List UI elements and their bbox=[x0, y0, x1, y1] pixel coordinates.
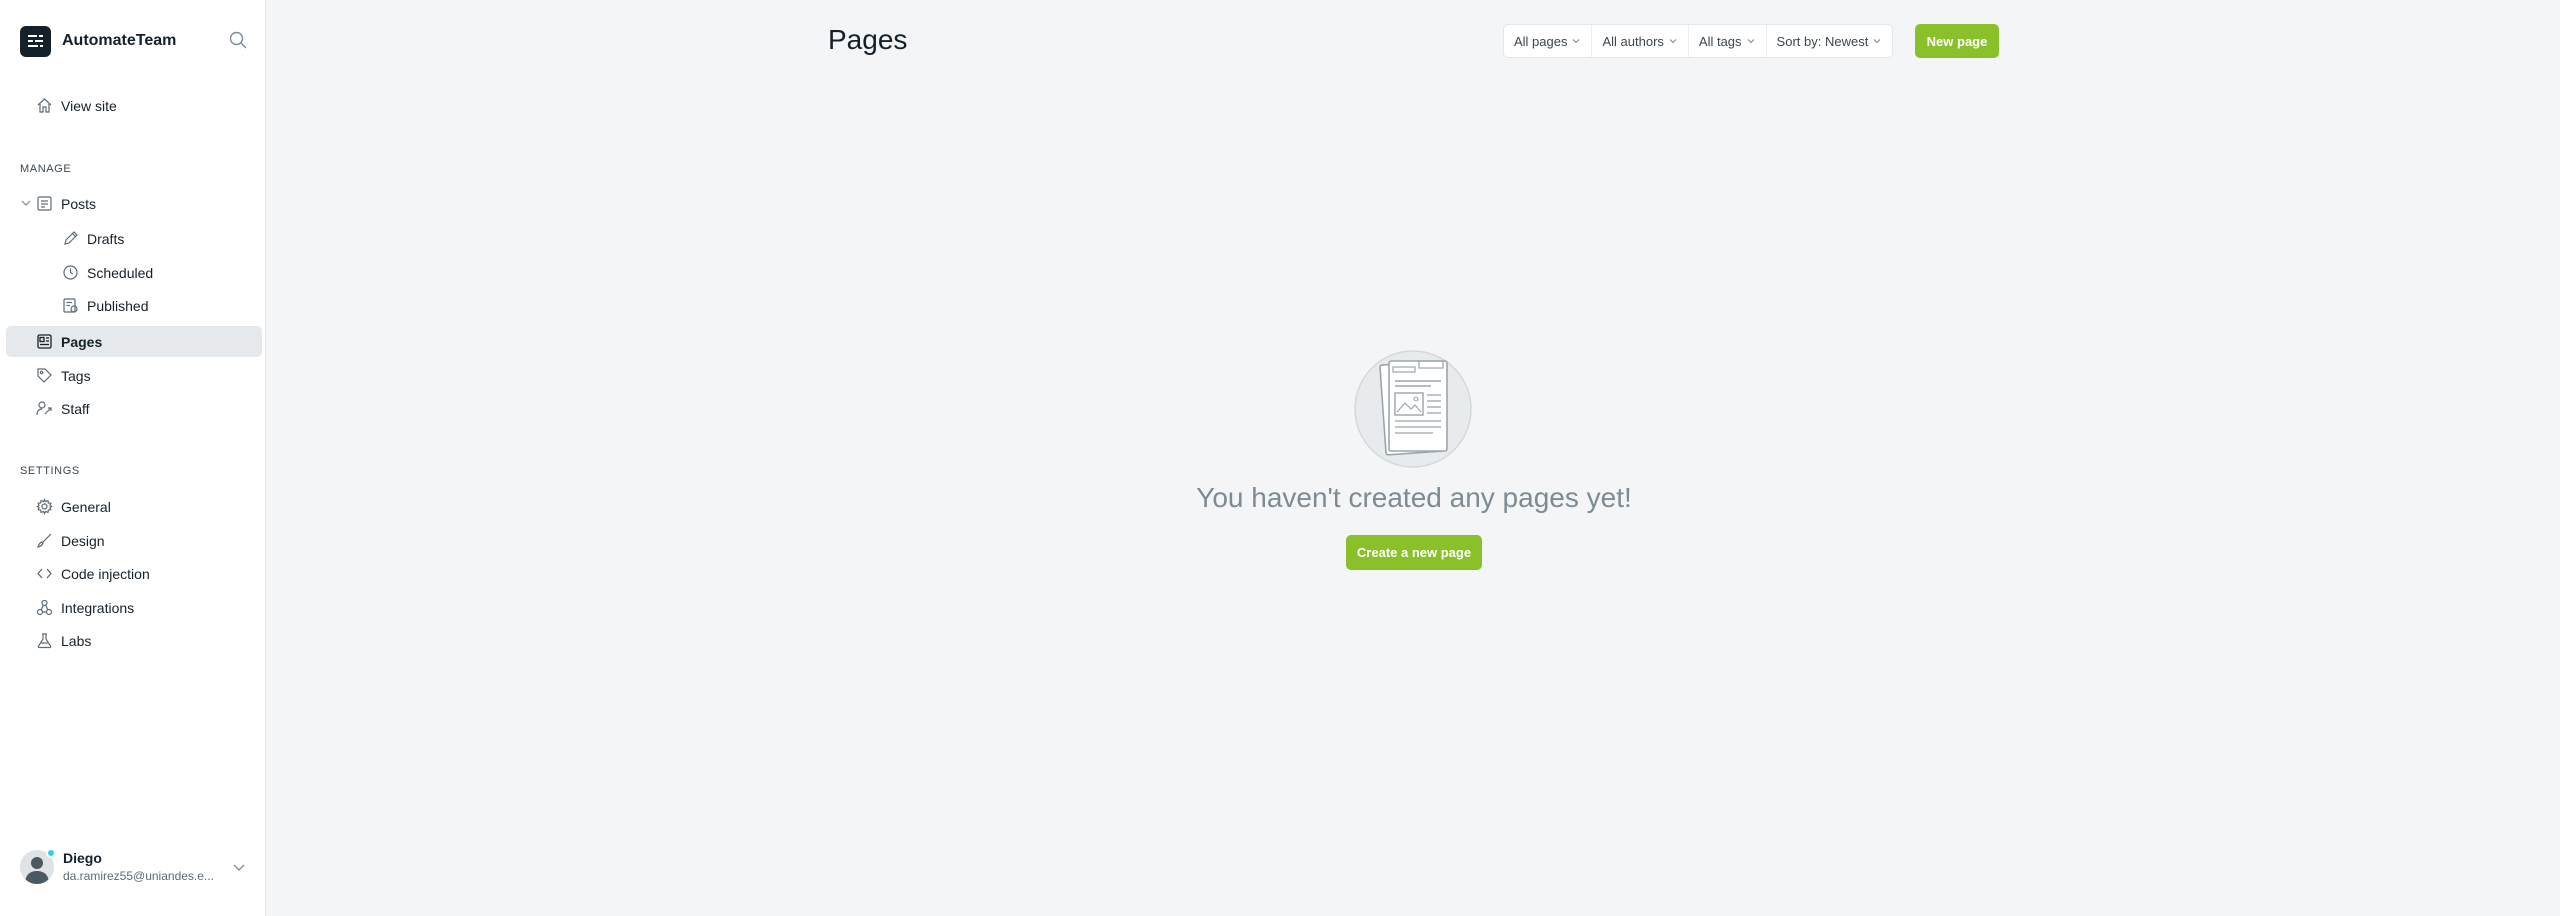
sidebar-item-label: Design bbox=[61, 533, 105, 549]
sidebar-item-tags[interactable]: Tags bbox=[6, 360, 262, 391]
online-status-badge bbox=[46, 848, 56, 858]
sidebar-item-scheduled[interactable]: Scheduled bbox=[6, 257, 262, 288]
sidebar-item-posts[interactable]: Posts bbox=[6, 188, 262, 219]
brand[interactable]: AutomateTeam bbox=[20, 25, 177, 57]
brand-title: AutomateTeam bbox=[62, 32, 177, 49]
pencil-icon bbox=[64, 231, 78, 245]
sidebar-item-label: Labs bbox=[61, 633, 92, 649]
sidebar-item-drafts[interactable]: Drafts bbox=[6, 223, 262, 254]
brand-logo-icon bbox=[20, 25, 51, 57]
code-icon bbox=[37, 568, 52, 579]
sidebar-item-pages[interactable]: Pages bbox=[6, 326, 262, 357]
staff-icon bbox=[36, 401, 52, 416]
sidebar-item-view-site[interactable]: View site bbox=[6, 90, 262, 121]
flask-icon bbox=[37, 633, 52, 649]
user-email: da.ramirez55@uniandes.e... bbox=[63, 869, 214, 883]
chevron-down-icon[interactable] bbox=[232, 860, 246, 874]
type-filter-label: All pages bbox=[1514, 33, 1568, 49]
pages-icon bbox=[37, 334, 52, 349]
create-new-page-button[interactable]: Create a new page bbox=[1346, 535, 1482, 570]
tag-filter-dropdown[interactable]: All tags bbox=[1689, 25, 1767, 57]
clock-icon bbox=[63, 265, 78, 280]
manage-heading: MANAGE bbox=[20, 163, 72, 175]
posts-icon bbox=[37, 196, 52, 211]
sidebar-item-published[interactable]: Published bbox=[6, 290, 262, 321]
sidebar-item-label: Tags bbox=[61, 368, 91, 384]
sidebar-item-code-injection[interactable]: Code injection bbox=[6, 558, 262, 589]
sidebar-item-label: General bbox=[61, 499, 111, 515]
tag-filter-label: All tags bbox=[1698, 33, 1742, 49]
tag-icon bbox=[37, 368, 52, 383]
user-menu[interactable]: Diego da.ramirez55@uniandes.e... bbox=[20, 848, 250, 888]
sidebar-item-labs[interactable]: Labs bbox=[6, 625, 262, 656]
sort-label: Sort by: Newest bbox=[1776, 33, 1869, 49]
sidebar-item-design[interactable]: Design bbox=[6, 525, 262, 556]
new-page-button[interactable]: New page bbox=[1915, 24, 1999, 58]
sidebar-item-integrations[interactable]: Integrations bbox=[6, 592, 262, 623]
search-icon[interactable] bbox=[228, 30, 248, 50]
sidebar-item-staff[interactable]: Staff bbox=[6, 393, 262, 424]
filter-bar: All pages All authors All tags Sort by: … bbox=[1503, 24, 1894, 58]
type-filter-dropdown[interactable]: All pages bbox=[1504, 25, 1593, 57]
chevron-down-icon bbox=[1573, 39, 1580, 44]
home-icon bbox=[37, 98, 52, 113]
chevron-down-icon bbox=[1873, 39, 1881, 44]
empty-state-message: You haven't created any pages yet! bbox=[1196, 482, 1632, 513]
sidebar-item-general[interactable]: General bbox=[6, 491, 262, 522]
settings-heading: SETTINGS bbox=[20, 465, 80, 477]
sidebar-item-label: Integrations bbox=[61, 600, 135, 616]
sidebar-item-label: View site bbox=[61, 98, 117, 114]
chevron-down-icon bbox=[1669, 39, 1677, 44]
author-filter-dropdown[interactable]: All authors bbox=[1592, 25, 1689, 57]
chevron-down-icon[interactable] bbox=[20, 197, 32, 209]
integrations-icon bbox=[36, 599, 53, 616]
sidebar-item-label: Code injection bbox=[61, 566, 150, 582]
user-name: Diego bbox=[63, 850, 102, 866]
sidebar-item-label: Scheduled bbox=[87, 265, 154, 281]
published-icon bbox=[63, 298, 78, 313]
author-filter-label: All authors bbox=[1602, 33, 1664, 49]
chevron-down-icon bbox=[1747, 39, 1754, 44]
page-title: Pages bbox=[828, 24, 908, 55]
sort-dropdown[interactable]: Sort by: Newest bbox=[1767, 25, 1893, 57]
sidebar-item-label: Published bbox=[87, 298, 149, 314]
sidebar-item-label: Pages bbox=[61, 334, 103, 350]
brush-icon bbox=[37, 533, 52, 548]
sidebar-item-label: Posts bbox=[61, 196, 97, 212]
sidebar-item-label: Staff bbox=[61, 401, 90, 417]
empty-pages-illustration bbox=[1354, 350, 1472, 468]
gear-icon bbox=[36, 498, 53, 515]
sidebar: AutomateTeam View site MANAGE Posts Draf… bbox=[0, 0, 266, 916]
sidebar-item-label: Drafts bbox=[87, 231, 125, 247]
